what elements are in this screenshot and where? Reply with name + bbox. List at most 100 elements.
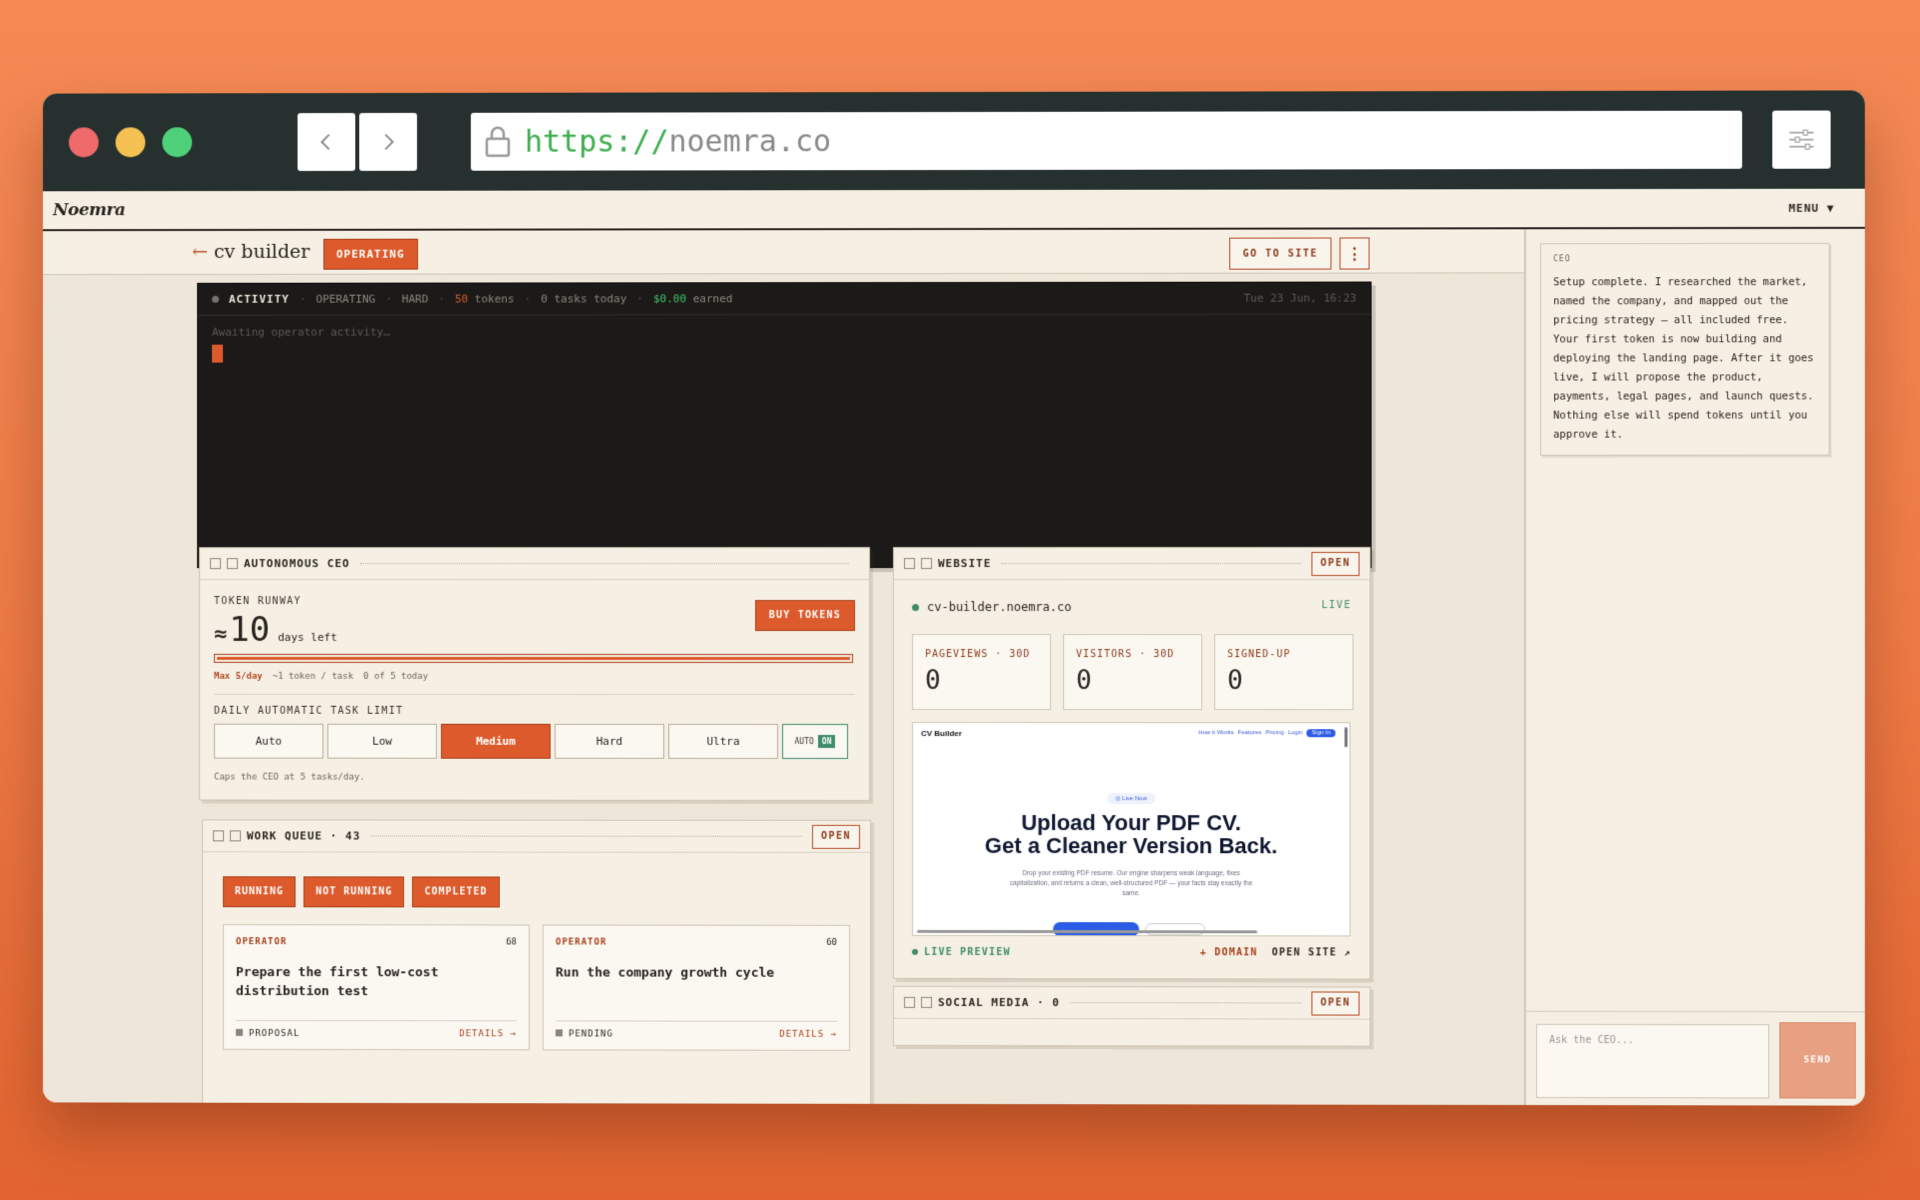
- address-bar[interactable]: https://noemra.co: [470, 110, 1743, 171]
- task-role: OPERATOR: [555, 937, 607, 948]
- preview-badge: ◎ Live Now: [1107, 793, 1155, 805]
- chevron-left-icon: [321, 134, 331, 151]
- limit-option-low[interactable]: Low: [327, 723, 437, 759]
- maximize-window-dot[interactable]: [162, 127, 193, 158]
- live-badge: LIVE: [1321, 600, 1352, 612]
- social-media-card: SOCIAL MEDIA · 0 OPEN: [893, 985, 1371, 1047]
- separator: ·: [385, 292, 392, 306]
- divider: [213, 693, 856, 695]
- checkbox-icon[interactable]: [212, 830, 224, 842]
- separator: ·: [524, 292, 531, 306]
- checkbox-icon[interactable]: [904, 996, 916, 1008]
- approx-sign: ≈: [213, 621, 228, 647]
- task-footer: PROPOSAL DETAILS →: [235, 1019, 517, 1040]
- activity-timestamp: Tue 23 Jun, 16:23: [1243, 291, 1357, 305]
- browser-settings-button[interactable]: [1772, 110, 1831, 169]
- preview-horizontal-scrollbar[interactable]: [917, 929, 1258, 934]
- forward-button[interactable]: [359, 112, 418, 171]
- preview-headline-line: Get a Cleaner Version Back.: [984, 833, 1278, 859]
- checkbox-icon[interactable]: [209, 558, 221, 570]
- card-header: WORK QUEUE · 43 OPEN: [202, 820, 871, 853]
- card-title: WEBSITE: [938, 556, 992, 571]
- menu-button[interactable]: MENU ▼: [1789, 201, 1835, 214]
- limit-option-medium[interactable]: Medium: [440, 723, 551, 759]
- dotted-divider: [1001, 562, 1302, 564]
- task-limit-label: DAILY AUTOMATIC TASK LIMIT: [213, 705, 404, 717]
- preview-logo: CV Builder: [921, 728, 962, 739]
- send-button[interactable]: SEND: [1779, 1022, 1856, 1099]
- max-per-day: Max 5/day: [213, 671, 263, 682]
- caps-note: Caps the CEO at 5 tasks/day.: [213, 772, 365, 783]
- runway-number: 10: [229, 609, 270, 650]
- tokens-per-task: ~1 token / task: [272, 671, 354, 682]
- task-card[interactable]: OPERATOR 60 Run the company growth cycle…: [542, 924, 851, 1051]
- site-preview[interactable]: CV Builder How it Works Features Pricing…: [912, 721, 1351, 937]
- dotted-divider: [359, 563, 850, 565]
- open-website-button[interactable]: OPEN: [1311, 551, 1360, 576]
- open-work-queue-button[interactable]: OPEN: [812, 824, 861, 849]
- task-count: 68: [505, 937, 517, 948]
- activity-log: Awaiting operator activity…: [198, 315, 1371, 373]
- preview-nav: How it Works Features Pricing Login Sign…: [1199, 729, 1336, 738]
- stat-pageviews: PAGEVIEWS · 30D 0: [912, 633, 1052, 711]
- filter-completed[interactable]: COMPLETED: [412, 876, 500, 908]
- task-details-link[interactable]: DETAILS →: [459, 1029, 517, 1039]
- task-role: OPERATOR: [235, 937, 287, 948]
- checkbox-icon[interactable]: [904, 558, 916, 570]
- stat-value: 0: [925, 665, 941, 696]
- activity-difficulty: HARD: [401, 292, 429, 306]
- stat-value: 0: [1227, 666, 1243, 697]
- close-window-dot[interactable]: [68, 127, 99, 158]
- runway-unit: days left: [277, 630, 338, 644]
- site-domain[interactable]: cv-builder.noemra.co: [912, 600, 1072, 614]
- preview-scrollbar[interactable]: [1344, 727, 1348, 748]
- separator: ·: [438, 292, 445, 306]
- task-card[interactable]: OPERATOR 68 Prepare the first low-cost d…: [222, 924, 530, 1051]
- token-runway: TOKEN RUNWAY ≈ 10 days left: [213, 596, 338, 650]
- autonomous-ceo-card: AUTONOMOUS CEO TOKEN RUNWAY ≈ 10 days le…: [199, 547, 871, 801]
- open-social-button[interactable]: OPEN: [1311, 990, 1360, 1016]
- back-button[interactable]: [297, 113, 356, 171]
- brand-logo[interactable]: Noemra: [53, 200, 125, 220]
- live-preview-label: LIVE PREVIEW: [912, 947, 1011, 958]
- more-options-button[interactable]: ⋮: [1339, 237, 1370, 270]
- stat-value: 0: [1076, 666, 1092, 697]
- checkbox-icon[interactable]: [921, 558, 933, 570]
- ceo-chat-panel: CEO Setup complete. I researched the mar…: [1525, 228, 1865, 1106]
- status-badge: OPERATING: [323, 238, 418, 270]
- chevron-right-icon: [385, 134, 395, 151]
- activity-placeholder: Awaiting operator activity…: [211, 325, 390, 339]
- back-arrow-icon: ←: [192, 240, 208, 263]
- task-details-link[interactable]: DETAILS →: [779, 1030, 837, 1040]
- activity-earned-amount: $0.00: [653, 292, 687, 306]
- task-count: 60: [826, 937, 838, 948]
- stat-label: VISITORS · 30D: [1076, 649, 1175, 661]
- back-to-projects[interactable]: ← cv builder: [192, 241, 310, 263]
- checkbox-icon[interactable]: [229, 830, 241, 842]
- project-name: cv builder: [213, 240, 310, 263]
- go-to-site-button[interactable]: GO TO SITE: [1229, 237, 1332, 270]
- url-host: noemra.co: [668, 123, 832, 159]
- task-status: PROPOSAL: [236, 1029, 300, 1039]
- preview-nav-item: Login: [1288, 730, 1303, 737]
- lock-icon: [486, 126, 511, 158]
- limit-option-auto[interactable]: Auto: [213, 723, 324, 759]
- checkbox-icon[interactable]: [226, 558, 238, 570]
- auto-toggle-state: ON: [817, 734, 836, 748]
- checkbox-icon[interactable]: [921, 996, 933, 1008]
- runway-progress-bar: [213, 653, 854, 663]
- buy-tokens-button[interactable]: BUY TOKENS: [754, 599, 856, 631]
- ask-ceo-input[interactable]: Ask the CEO...: [1536, 1023, 1770, 1099]
- separator: ·: [299, 292, 307, 306]
- minimize-window-dot[interactable]: [115, 127, 146, 158]
- preview-nav-item: Pricing: [1265, 730, 1284, 737]
- preview-nav-item: Features: [1237, 730, 1262, 737]
- filter-not-running[interactable]: NOT RUNNING: [303, 876, 405, 908]
- limit-option-hard[interactable]: Hard: [554, 723, 665, 759]
- nav-buttons: [294, 112, 418, 171]
- add-domain-link[interactable]: + DOMAIN: [1200, 947, 1258, 958]
- limit-option-ultra[interactable]: Ultra: [668, 723, 779, 759]
- auto-toggle[interactable]: AUTO ON: [782, 723, 849, 759]
- open-site-link[interactable]: OPEN SITE ↗: [1272, 947, 1352, 958]
- filter-running[interactable]: RUNNING: [222, 876, 296, 908]
